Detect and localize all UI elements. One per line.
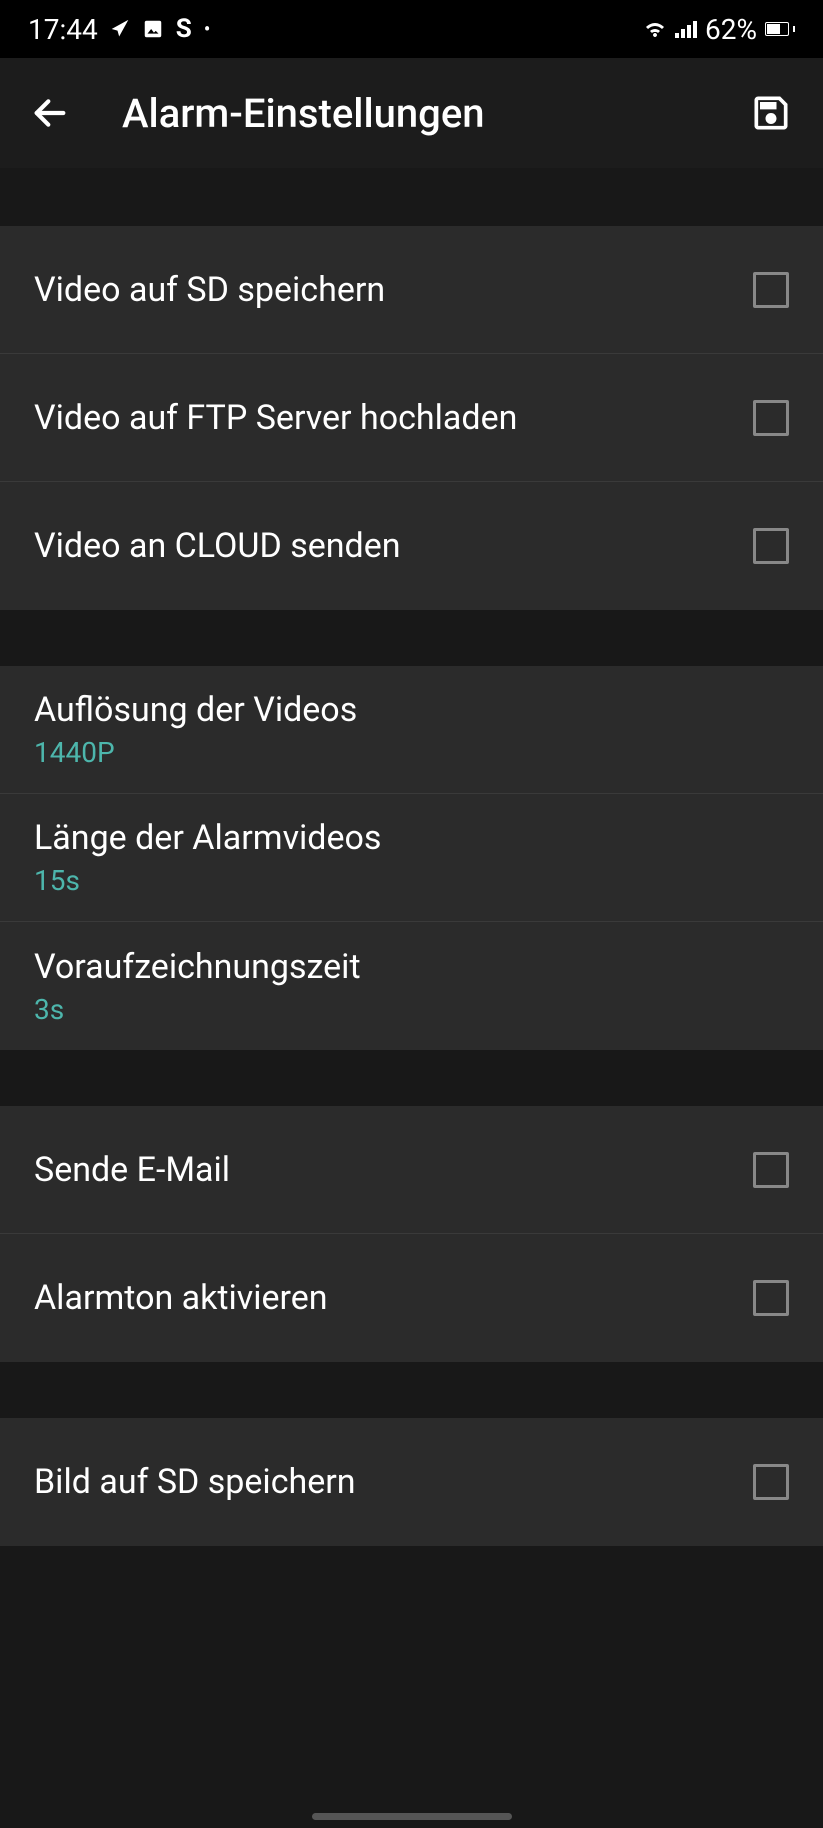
status-right: 62% xyxy=(643,13,795,46)
checkbox-alarm-tone[interactable] xyxy=(753,1280,789,1316)
item-video-cloud[interactable]: Video an CLOUD senden xyxy=(0,482,823,610)
navigation-handle[interactable] xyxy=(312,1813,512,1820)
save-button[interactable] xyxy=(747,89,795,137)
item-label: Voraufzeichnungszeit xyxy=(34,947,789,987)
item-image-sd[interactable]: Bild auf SD speichern xyxy=(0,1418,823,1546)
location-icon xyxy=(110,19,130,39)
battery-percent: 62% xyxy=(705,13,757,46)
item-label: Alarmton aktivieren xyxy=(34,1278,328,1318)
item-value: 15s xyxy=(34,864,789,897)
section-image-storage: Bild auf SD speichern xyxy=(0,1418,823,1546)
checkbox-image-sd[interactable] xyxy=(753,1464,789,1500)
section-spacer xyxy=(0,610,823,666)
item-label: Video auf FTP Server hochladen xyxy=(34,398,517,438)
battery-icon xyxy=(765,22,795,36)
item-prerecord[interactable]: Voraufzeichnungszeit 3s xyxy=(0,922,823,1050)
item-value: 3s xyxy=(34,993,789,1026)
s-icon: S xyxy=(176,14,192,44)
item-label: Sende E-Mail xyxy=(34,1150,230,1190)
item-label: Länge der Alarmvideos xyxy=(34,818,789,858)
status-left: 17:44 S • xyxy=(28,13,211,46)
section-notifications: Sende E-Mail Alarmton aktivieren xyxy=(0,1106,823,1362)
item-video-ftp[interactable]: Video auf FTP Server hochladen xyxy=(0,354,823,482)
item-alarm-tone[interactable]: Alarmton aktivieren xyxy=(0,1234,823,1362)
section-spacer xyxy=(0,1362,823,1418)
item-video-sd[interactable]: Video auf SD speichern xyxy=(0,226,823,354)
status-bar: 17:44 S • 62% xyxy=(0,0,823,58)
dot-icon: • xyxy=(204,17,211,41)
status-time: 17:44 xyxy=(28,13,98,46)
checkbox-video-sd[interactable] xyxy=(753,272,789,308)
back-button[interactable] xyxy=(28,91,72,135)
checkbox-send-email[interactable] xyxy=(753,1152,789,1188)
item-label: Auflösung der Videos xyxy=(34,690,789,730)
item-send-email[interactable]: Sende E-Mail xyxy=(0,1106,823,1234)
section-video-settings: Auflösung der Videos 1440P Länge der Ala… xyxy=(0,666,823,1050)
section-video-storage: Video auf SD speichern Video auf FTP Ser… xyxy=(0,226,823,610)
item-video-length[interactable]: Länge der Alarmvideos 15s xyxy=(0,794,823,922)
checkbox-video-ftp[interactable] xyxy=(753,400,789,436)
wifi-icon xyxy=(643,19,667,39)
page-title: Alarm-Einstellungen xyxy=(122,90,697,137)
item-label: Bild auf SD speichern xyxy=(34,1462,356,1502)
item-value: 1440P xyxy=(34,736,789,769)
checkbox-video-cloud[interactable] xyxy=(753,528,789,564)
section-spacer xyxy=(0,168,823,226)
signal-icon xyxy=(675,20,697,38)
item-label: Video an CLOUD senden xyxy=(34,526,401,566)
item-resolution[interactable]: Auflösung der Videos 1440P xyxy=(0,666,823,794)
app-bar: Alarm-Einstellungen xyxy=(0,58,823,168)
item-label: Video auf SD speichern xyxy=(34,270,385,310)
picture-icon xyxy=(142,18,164,40)
section-spacer xyxy=(0,1050,823,1106)
